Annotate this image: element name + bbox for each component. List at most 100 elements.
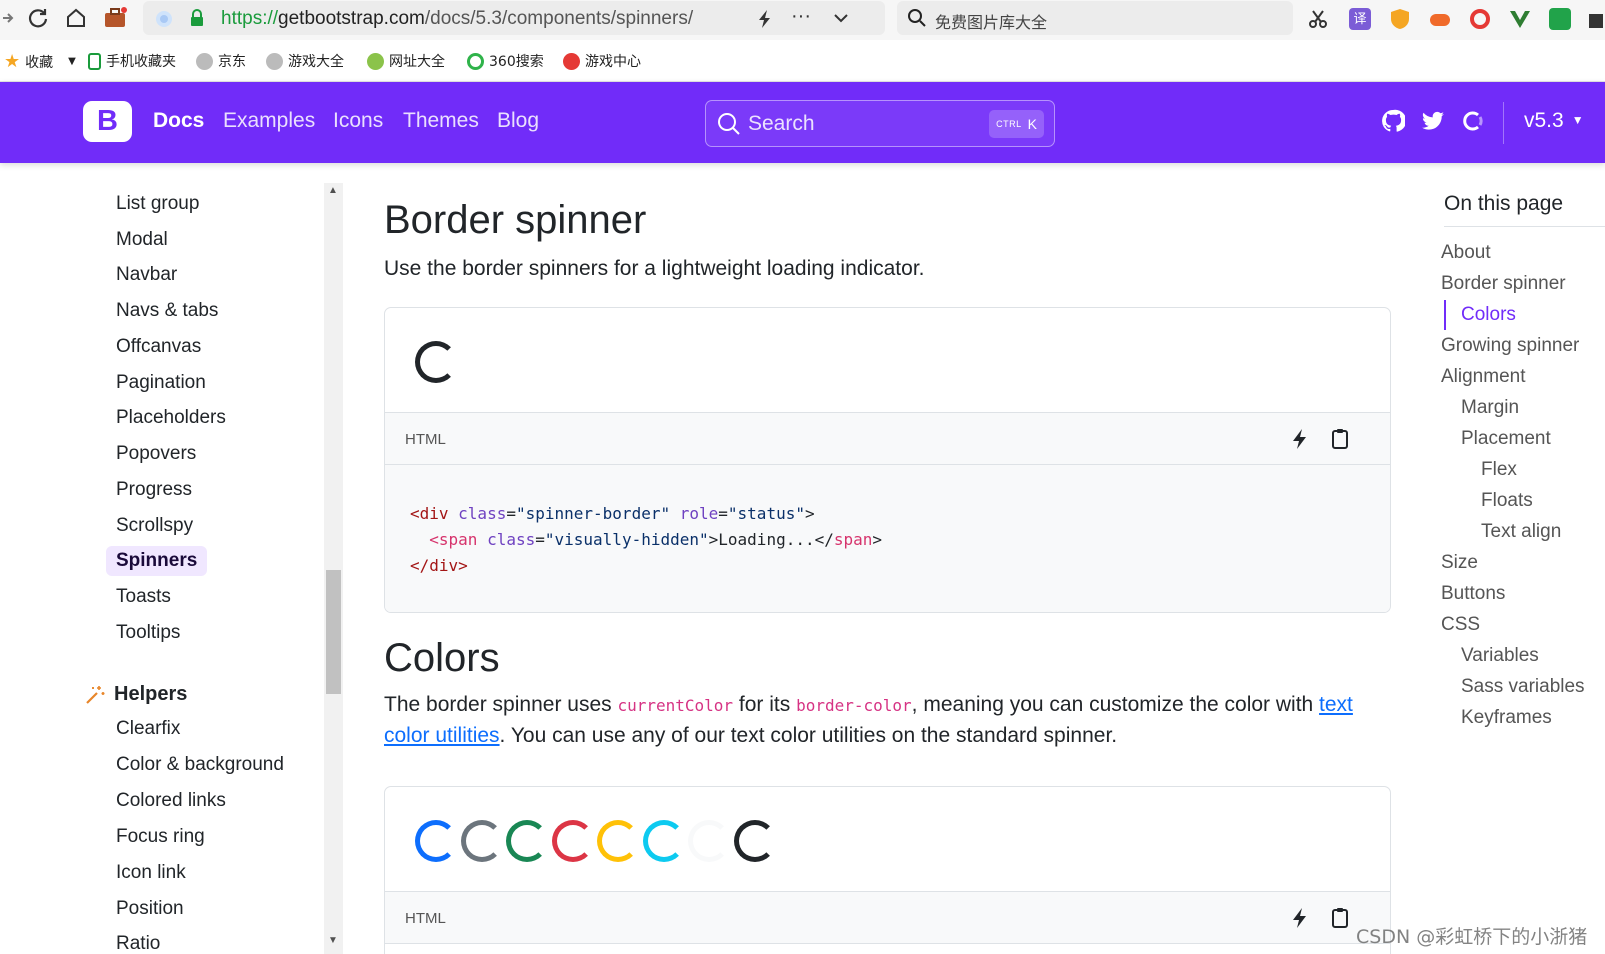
caret-down-icon: ▼ (1571, 113, 1584, 127)
nav-themes[interactable]: Themes (403, 109, 479, 133)
version-dropdown[interactable]: v5.3 ▼ (1524, 109, 1584, 133)
code-line-3: </div> (410, 556, 468, 575)
example-border-spinner: HTML <div class="spinner-border" role="s… (384, 307, 1391, 613)
toc-item-flex[interactable]: Flex (1481, 459, 1517, 481)
toc-item-text-align[interactable]: Text align (1481, 521, 1561, 543)
briefcase-icon[interactable] (101, 4, 129, 32)
sidebar-item-navbar[interactable]: Navbar (116, 264, 177, 286)
border-spinner-heading: Border spinner (384, 198, 647, 242)
search-icon (718, 113, 740, 135)
browser-toolbar: https://getbootstrap.com/docs/5.3/compon… (0, 0, 1605, 40)
ring-icon (467, 52, 484, 70)
sidebar-group-helpers: Helpers (84, 683, 187, 706)
sidebar-item-toasts[interactable]: Toasts (116, 586, 171, 608)
clipboard-icon[interactable] (1328, 427, 1352, 451)
lightning-icon[interactable] (757, 9, 773, 29)
translate-icon[interactable]: 译 (1349, 8, 1371, 30)
bookmark-mobile[interactable]: 手机收藏夹 (88, 51, 176, 71)
toc-item-css[interactable]: CSS (1441, 614, 1480, 636)
color-spinner (460, 820, 503, 862)
sidebar-item-offcanvas[interactable]: Offcanvas (116, 336, 201, 358)
nav-icons[interactable]: Icons (333, 109, 383, 133)
bookmark-sites[interactable]: 网址大全 (367, 51, 445, 71)
sidebar-item-colored-links[interactable]: Colored links (116, 790, 226, 812)
bookmark-game-center[interactable]: 游戏中心 (563, 51, 641, 71)
home-icon[interactable] (62, 4, 90, 32)
sidebar-item-modal[interactable]: Modal (116, 229, 168, 251)
sidebar-item-position[interactable]: Position (116, 898, 184, 920)
colors-heading: Colors (384, 636, 500, 680)
toc-item-alignment[interactable]: Alignment (1441, 366, 1526, 388)
sidebar-item-navs-tabs[interactable]: Navs & tabs (116, 300, 218, 322)
sidebar-item-ratio[interactable]: Ratio (116, 933, 160, 954)
toc-item-border-spinner[interactable]: Border spinner (1441, 273, 1566, 295)
color-spinner (642, 820, 685, 862)
sidebar-item-scrollspy[interactable]: Scrollspy (116, 515, 193, 537)
bookmark-favorites[interactable]: ★ 收藏 ▼ (4, 51, 76, 72)
scissors-icon[interactable] (1307, 8, 1329, 30)
code-line-1: <div class="spinner-border" role="status… (410, 504, 815, 523)
colors-description: The border spinner uses currentColor for… (384, 693, 1353, 747)
sidebar-item-clearfix[interactable]: Clearfix (116, 718, 180, 740)
bookmark-jd[interactable]: 京东 (196, 51, 246, 71)
gamepad-icon[interactable] (1429, 8, 1451, 30)
bookmark-360[interactable]: 360搜索 (467, 51, 544, 71)
toc-item-floats[interactable]: Floats (1481, 490, 1533, 512)
toc-item-margin[interactable]: Margin (1461, 397, 1519, 419)
sidebar-item-icon-link[interactable]: Icon link (116, 862, 186, 884)
vue-icon[interactable] (1509, 8, 1531, 30)
puzzle-icon[interactable] (1587, 8, 1605, 30)
code-header: HTML (385, 413, 1390, 465)
scroll-up-icon[interactable]: ▲ (328, 185, 338, 196)
toc-item-variables[interactable]: Variables (1461, 645, 1539, 667)
toc-item-growing-spinner[interactable]: Growing spinner (1441, 335, 1579, 357)
nav-blog[interactable]: Blog (497, 109, 539, 133)
scroll-down-icon[interactable]: ▼ (328, 935, 338, 946)
sidebar-item-color-background[interactable]: Color & background (116, 754, 284, 776)
bootstrap-logo[interactable]: B (83, 101, 132, 142)
navbar-divider (1503, 102, 1504, 144)
chevron-down-icon[interactable] (833, 12, 849, 24)
inline-code: border-color (796, 696, 912, 715)
url-text: https://getbootstrap.com/docs/5.3/compon… (221, 8, 694, 29)
shield-icon (156, 11, 172, 27)
toc-item-keyframes[interactable]: Keyframes (1461, 707, 1552, 729)
sidebar-item-popovers[interactable]: Popovers (116, 443, 196, 465)
nav-docs[interactable]: Docs (153, 109, 204, 133)
toc-item-placement[interactable]: Placement (1461, 428, 1551, 450)
lightning-icon[interactable] (1288, 906, 1312, 930)
sidebar-scrollbar[interactable]: ▲ ▼ (324, 183, 343, 954)
nav-examples[interactable]: Examples (223, 109, 315, 133)
lifebuoy-icon[interactable] (1469, 8, 1491, 30)
toc-item-size[interactable]: Size (1441, 552, 1478, 574)
watermark: CSDN @彩虹桥下的小浙猪 (1356, 926, 1588, 948)
forward-icon[interactable] (0, 4, 22, 32)
more-icon[interactable]: ··· (791, 5, 811, 28)
browser-search-box[interactable]: 免费图片库大全 (897, 1, 1293, 35)
bookmark-games[interactable]: 游戏大全 (266, 51, 344, 71)
opencollective-icon[interactable] (1461, 109, 1485, 133)
scrollbar-thumb[interactable] (326, 570, 341, 694)
sidebar-item-list-group[interactable]: List group (116, 193, 199, 215)
toc-item-about[interactable]: About (1441, 242, 1491, 264)
toc-item-colors[interactable]: Colors (1461, 304, 1516, 326)
address-bar[interactable]: https://getbootstrap.com/docs/5.3/compon… (143, 1, 885, 35)
magic-wand-icon (86, 685, 105, 704)
shield-ext-icon[interactable] (1389, 8, 1411, 30)
github-icon[interactable] (1381, 109, 1405, 133)
toc-item-buttons[interactable]: Buttons (1441, 583, 1505, 605)
docs-search-button[interactable]: Search CTRL K (705, 100, 1055, 147)
sidebar-item-progress[interactable]: Progress (116, 479, 192, 501)
sidebar-item-placeholders[interactable]: Placeholders (116, 407, 226, 429)
sidebar-item-focus-ring[interactable]: Focus ring (116, 826, 205, 848)
lightning-icon[interactable] (1288, 427, 1312, 451)
green-ext-icon[interactable] (1549, 8, 1571, 30)
sidebar-item-pagination[interactable]: Pagination (116, 372, 206, 394)
sidebar-item-tooltips[interactable]: Tooltips (116, 622, 180, 644)
color-spinner (551, 820, 594, 862)
clipboard-icon[interactable] (1328, 906, 1352, 930)
twitter-icon[interactable] (1421, 109, 1445, 133)
toc-item-sass-variables[interactable]: Sass variables (1461, 676, 1585, 698)
sidebar-item-spinners[interactable]: Spinners (106, 546, 208, 576)
reload-icon[interactable] (24, 4, 52, 32)
